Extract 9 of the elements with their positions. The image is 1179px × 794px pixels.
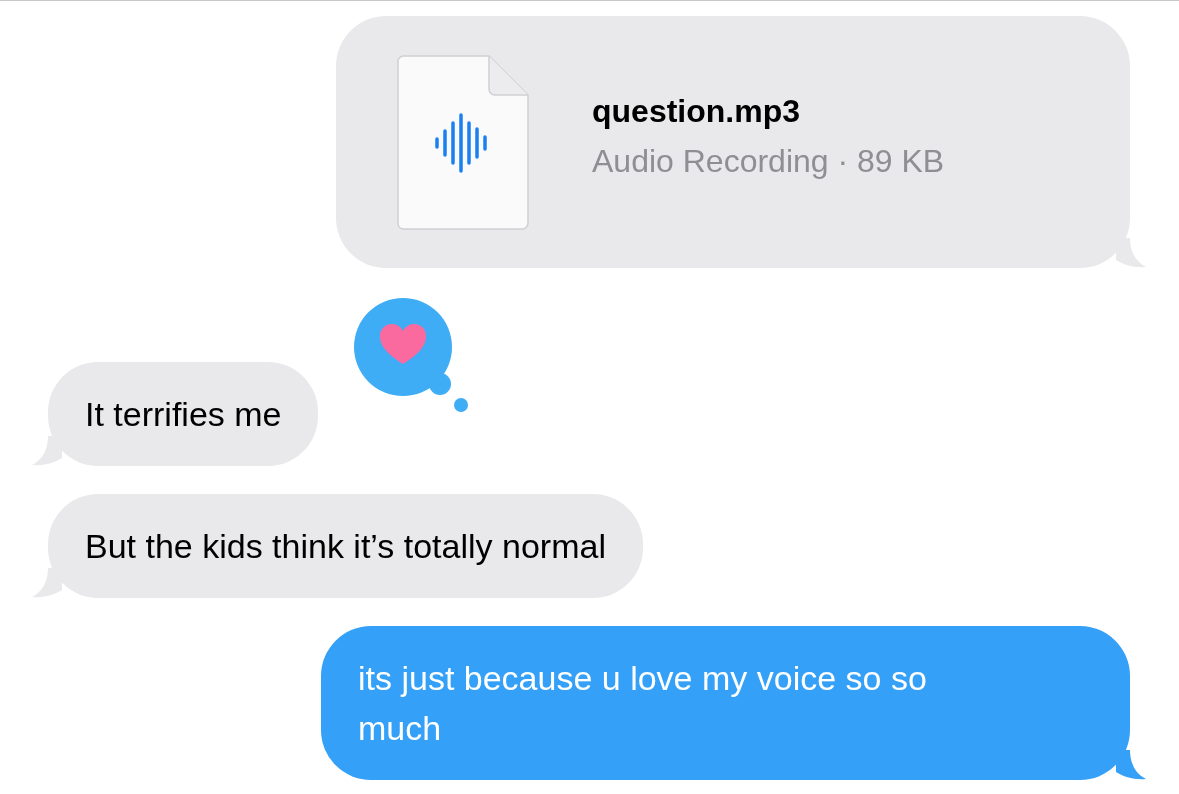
- message-bubble: But the kids think it’s totally normal: [48, 494, 643, 598]
- bubble-tail: [1116, 750, 1146, 780]
- audio-file-icon: [397, 54, 529, 230]
- message-bubble: It terrifies me: [48, 362, 319, 466]
- file-name: question.mp3: [592, 92, 801, 131]
- file-message-bubble[interactable]: question.mp3 Audio Recording · 89 KB: [336, 16, 1130, 268]
- file-info: Audio Recording · 89 KB: [592, 142, 945, 181]
- message-bubble: its just because u love my voice so so much: [321, 626, 1130, 780]
- heart-reaction-icon: [354, 298, 470, 414]
